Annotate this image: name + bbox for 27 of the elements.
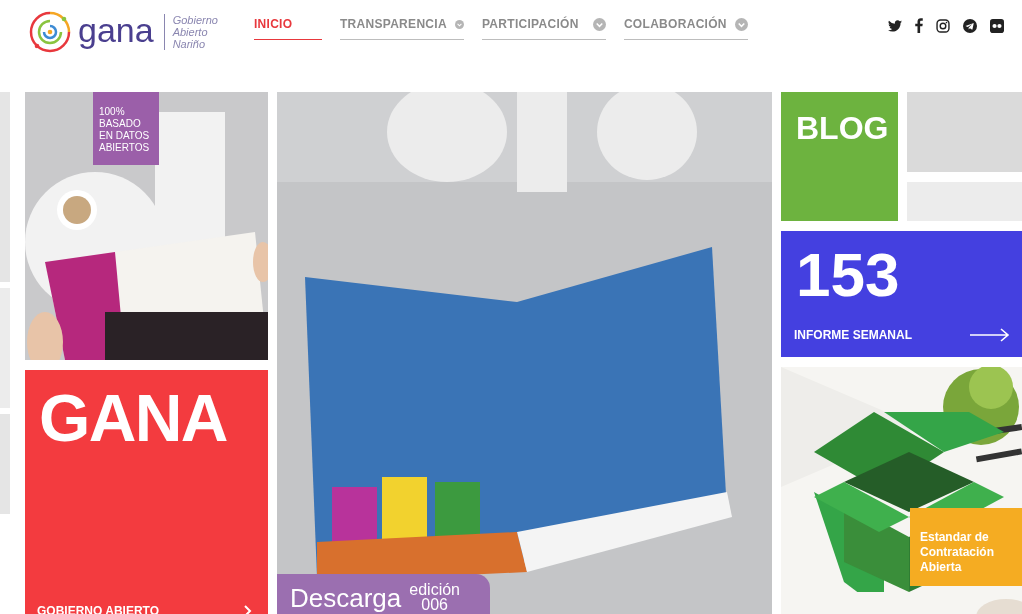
flickr-icon[interactable] [990, 18, 1004, 33]
badge: 100% BASADO EN DATOS ABIERTOS [93, 92, 159, 165]
tagline-text: Abierto [172, 26, 209, 38]
download-label: Descarga [290, 583, 402, 613]
tile-title: GANA [39, 380, 228, 457]
logo-icon[interactable] [28, 9, 72, 55]
chevron-right-icon [244, 605, 252, 614]
blog-tile[interactable]: BLOG [781, 92, 898, 221]
arrow-right-icon [970, 328, 1010, 342]
newspaper-tile[interactable]: 100% BASADO EN DATOS ABIERTOS [25, 92, 268, 360]
nav-tab[interactable]: INICIO [253, 15, 322, 40]
edition-number: 006 [421, 596, 448, 612]
tagline-text: Nariño [172, 38, 207, 50]
tagline-text: Gobierno [172, 14, 218, 26]
nav-tab[interactable]: COLABORACIÓN [623, 15, 748, 40]
logo-text[interactable]: gana [78, 13, 154, 47]
edition-label: edición [409, 581, 460, 597]
telegram-icon[interactable] [963, 18, 977, 33]
report-number: 153 [796, 239, 901, 311]
facebook-icon[interactable] [915, 18, 923, 33]
instagram-icon[interactable] [936, 18, 950, 33]
contracting-label: Estandar de Contratación Abierta [910, 508, 1022, 586]
nav-tab[interactable]: TRANSPARENCIA [339, 15, 464, 40]
twitter-icon[interactable] [888, 19, 902, 32]
report-tile[interactable]: 153 INFORME SEMANAL [781, 231, 1022, 357]
nav-tab[interactable]: PARTICIPACIÓN [481, 15, 606, 40]
report-label: INFORME SEMANAL [794, 327, 912, 344]
